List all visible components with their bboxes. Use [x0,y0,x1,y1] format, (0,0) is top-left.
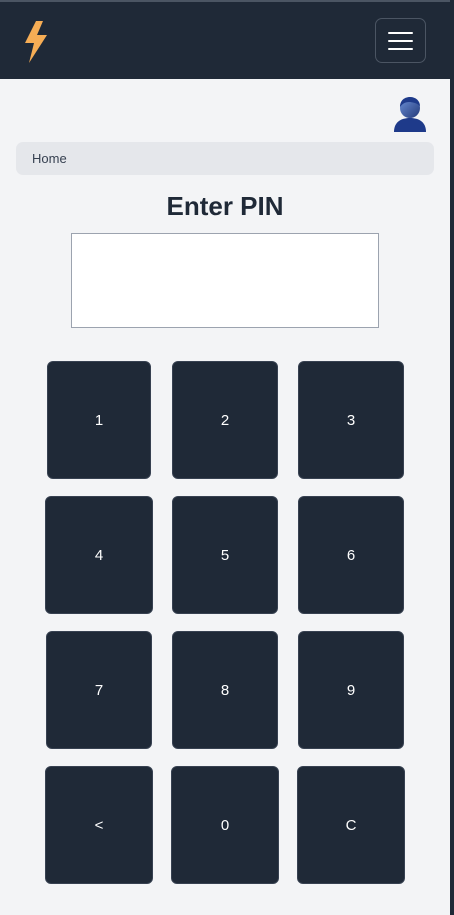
keypad-key-3[interactable]: 3 [298,361,404,479]
keypad-key-8[interactable]: 8 [172,631,278,749]
keypad-key-6[interactable]: 6 [298,496,404,614]
page: Home Enter PIN 1 2 3 4 5 6 7 8 9 < 0 C [0,0,450,915]
keypad-key-2[interactable]: 2 [172,361,278,479]
keypad-clear-button[interactable]: C [297,766,405,884]
hamburger-menu-icon-bar [388,48,413,50]
keypad-key-7[interactable]: 7 [46,631,152,749]
keypad-key-5[interactable]: 5 [172,496,278,614]
hamburger-menu-icon-bar [388,40,413,42]
breadcrumb-home-link[interactable]: Home [32,151,67,166]
keypad-key-1[interactable]: 1 [47,361,151,479]
keypad-backspace-button[interactable]: < [45,766,153,884]
keypad-key-9[interactable]: 9 [298,631,404,749]
window-top-border [0,0,454,2]
navbar [0,2,450,79]
hamburger-menu-icon [388,32,413,34]
breadcrumb: Home [16,142,434,175]
user-avatar-icon[interactable] [392,96,428,132]
window-right-edge [450,0,454,915]
lightning-bolt-icon[interactable] [22,21,50,63]
keypad-key-4[interactable]: 4 [45,496,153,614]
page-title: Enter PIN [166,191,284,221]
pin-input[interactable] [71,233,379,328]
menu-toggle-button[interactable] [375,18,426,63]
keypad-key-0[interactable]: 0 [171,766,279,884]
